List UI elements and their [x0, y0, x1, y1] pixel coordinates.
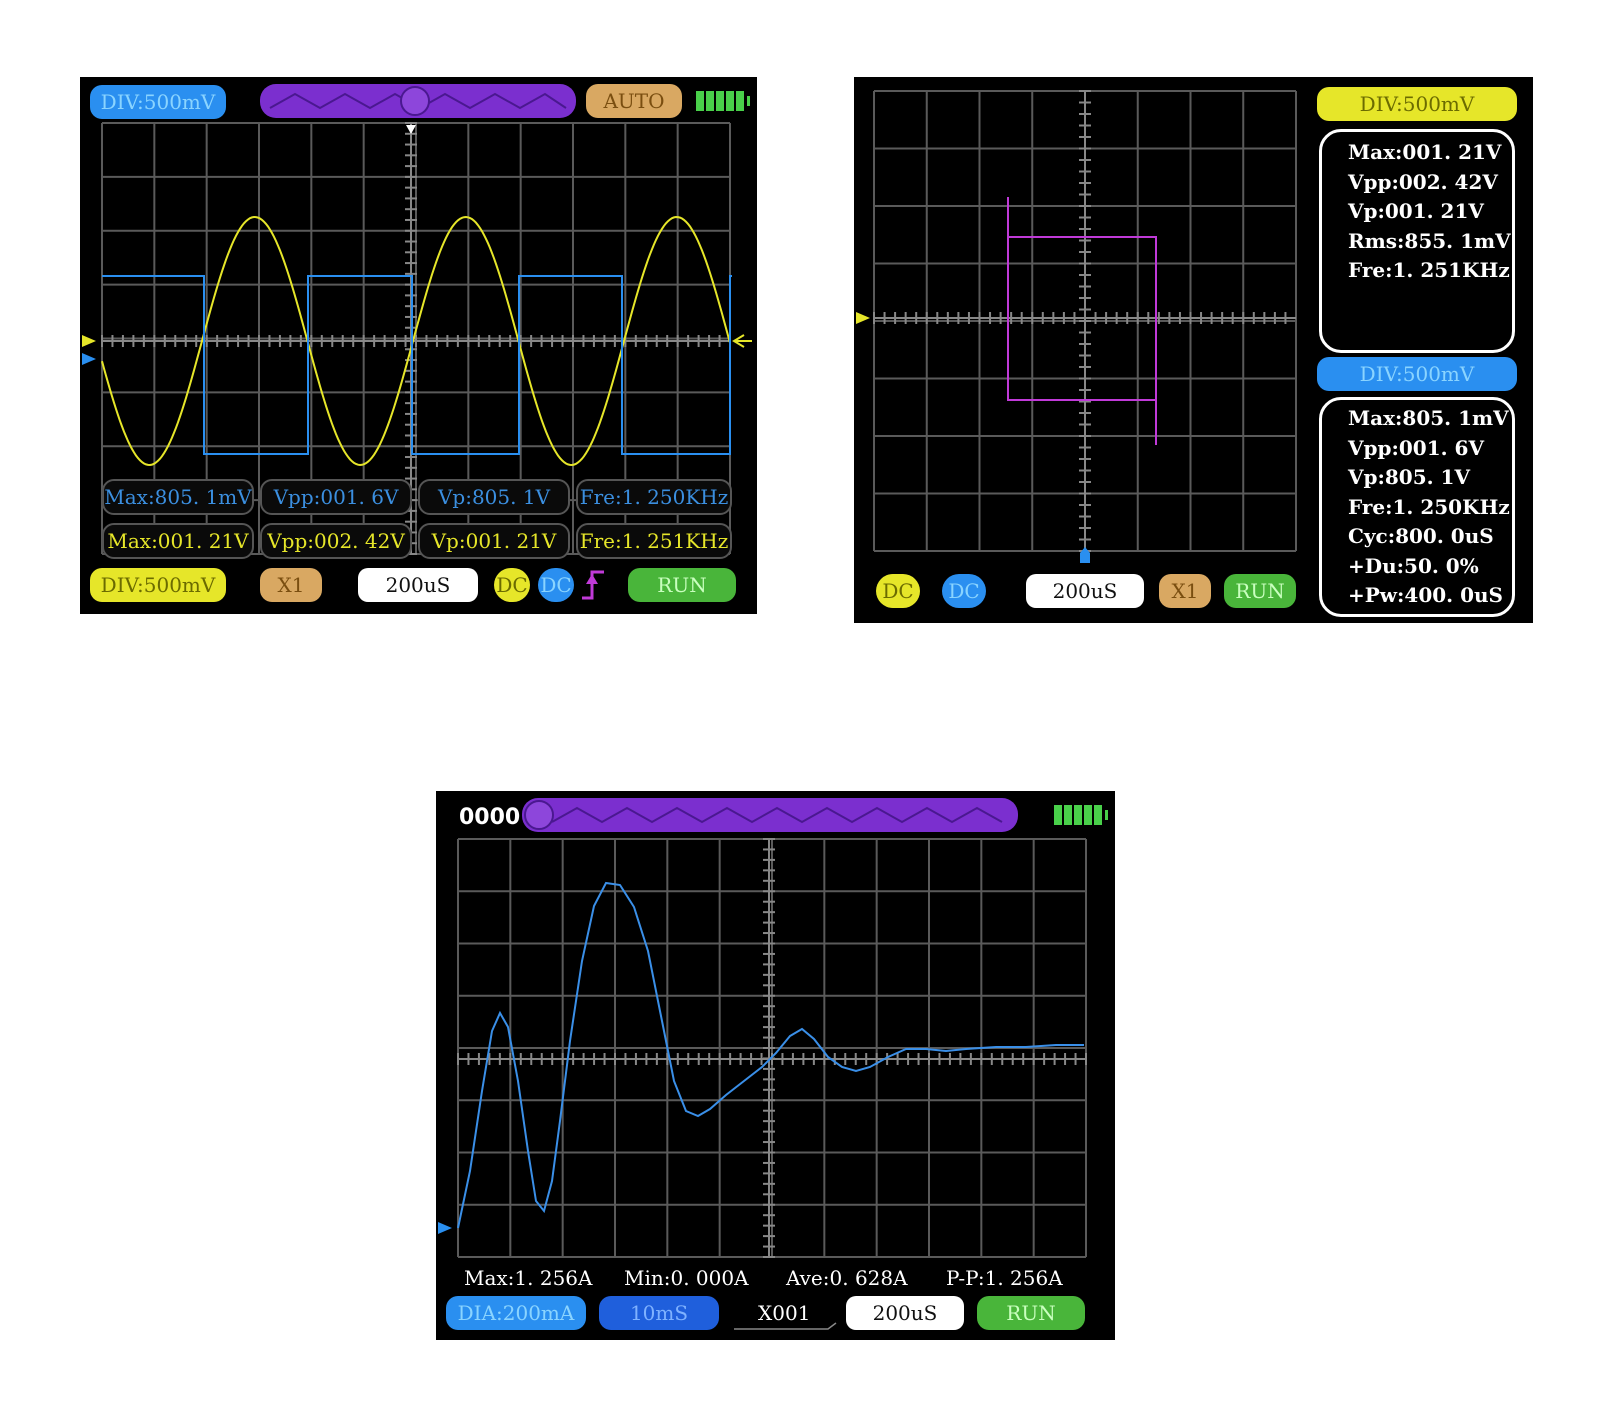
horizontal-position-slider[interactable]: [522, 798, 1018, 832]
ch2-measure-vpp: Vpp:001. 6V: [260, 479, 412, 515]
trigger-mode-button[interactable]: AUTO: [586, 84, 682, 118]
trigger-position-marker-icon: [406, 125, 416, 134]
measure-peak-to-peak: P-P:1. 256A: [946, 1266, 1063, 1290]
ch2-info-vpp: Vpp:001. 6V: [1348, 435, 1484, 460]
ch2-info-duty: +Du:50. 0%: [1348, 553, 1479, 578]
run-stop-button[interactable]: RUN: [1224, 574, 1296, 608]
battery-full-icon: [696, 91, 750, 111]
ch1-div-button[interactable]: DIV:500mV: [1317, 87, 1517, 121]
ch1-coupling-button[interactable]: DC: [494, 568, 530, 602]
ch1-coupling-button[interactable]: DC: [876, 574, 920, 608]
sample-counter: 0000: [459, 805, 521, 830]
horizontal-position-slider[interactable]: [260, 84, 576, 118]
ch1-div-button[interactable]: DIV:500mV: [90, 568, 226, 602]
timebase-button[interactable]: 200uS: [846, 1296, 964, 1330]
center-axes: [873, 90, 1296, 552]
ch1-info-frequency: Fre:1. 251KHz: [1348, 258, 1510, 282]
ch2-info-vp: Vp:805. 1V: [1348, 465, 1470, 489]
ch1-info-rms: Rms:855. 1mV: [1348, 228, 1511, 253]
ch2-info-max: Max:805. 1mV: [1348, 406, 1509, 430]
ch1-measure-vp: Vp:001. 21V: [418, 523, 570, 559]
ch2-div-button[interactable]: DIV:500mV: [1317, 357, 1517, 391]
run-stop-button[interactable]: RUN: [628, 568, 736, 602]
scope-screen-xy-mode: DIV:500mV Max:001. 21V Vpp:002. 42V Vp:0…: [854, 77, 1533, 623]
ch2-measure-frequency: Fre:1. 250KHz: [576, 479, 732, 515]
probe-multiplier-button[interactable]: X1: [260, 568, 322, 602]
current-div-button[interactable]: DIA:200mA: [446, 1296, 586, 1330]
ch1-info-vpp: Vpp:002. 42V: [1348, 169, 1498, 194]
ch1-info-vp: Vp:001. 21V: [1348, 199, 1484, 223]
ch2-measure-vp: Vp:805. 1V: [418, 479, 570, 515]
measure-min: Min:0. 000A: [624, 1266, 749, 1290]
ch1-measure-frequency: Fre:1. 251KHz: [576, 523, 732, 559]
ch1-level-marker-icon: [82, 335, 96, 347]
ch2-level-marker-icon: [82, 353, 96, 365]
ch1-info-panel: Max:001. 21V Vpp:002. 42V Vp:001. 21V Rm…: [1319, 129, 1515, 353]
ch1-info-max: Max:001. 21V: [1348, 140, 1502, 164]
measure-average: Ave:0. 628A: [786, 1266, 908, 1290]
ch2-div-button[interactable]: DIV:500mV: [90, 85, 226, 119]
probe-multiplier-button[interactable]: X1: [1159, 574, 1211, 608]
rising-edge-icon[interactable]: [580, 568, 606, 602]
timebase-button[interactable]: 200uS: [358, 568, 478, 602]
ch2-info-cycle: Cyc:800. 0uS: [1348, 524, 1494, 548]
ch1-level-marker-icon: [856, 312, 870, 324]
battery-full-icon: [1054, 805, 1108, 825]
measure-max: Max:1. 256A: [464, 1266, 593, 1290]
zigzag-pattern-icon: [269, 86, 567, 116]
timebase-button[interactable]: 200uS: [1026, 574, 1144, 608]
ch2-info-pulse-width: +Pw:400. 0uS: [1348, 583, 1503, 607]
ch2-measure-max: Max:805. 1mV: [102, 479, 254, 515]
ch1-measure-max: Max:001. 21V: [102, 523, 254, 559]
multiplier-underline: [734, 1322, 837, 1330]
time-window-button[interactable]: 10mS: [599, 1296, 719, 1330]
current-waveform-display: [438, 838, 1087, 1258]
scope-screen-dual-channel: DIV:500mV AUTO Max:805. 1mV Vpp:001. 6V …: [80, 77, 757, 614]
ch2-info-frequency: Fre:1. 250KHz: [1348, 494, 1510, 519]
ch2-coupling-button[interactable]: DC: [538, 568, 574, 602]
ch2-coupling-button[interactable]: DC: [942, 574, 986, 608]
zigzag-pattern-icon: [524, 800, 1003, 830]
run-stop-button[interactable]: RUN: [977, 1296, 1085, 1330]
ch2-info-panel: Max:805. 1mV Vpp:001. 6V Vp:805. 1V Fre:…: [1319, 397, 1515, 617]
ch1-measure-vpp: Vpp:002. 42V: [260, 523, 412, 559]
scope-screen-current-mode: 0000 Max:1. 256A Min:0. 000A Ave:0. 628A…: [436, 791, 1115, 1340]
channel-level-marker-icon: [438, 1222, 452, 1234]
ch2-position-marker-icon: [1080, 553, 1090, 563]
